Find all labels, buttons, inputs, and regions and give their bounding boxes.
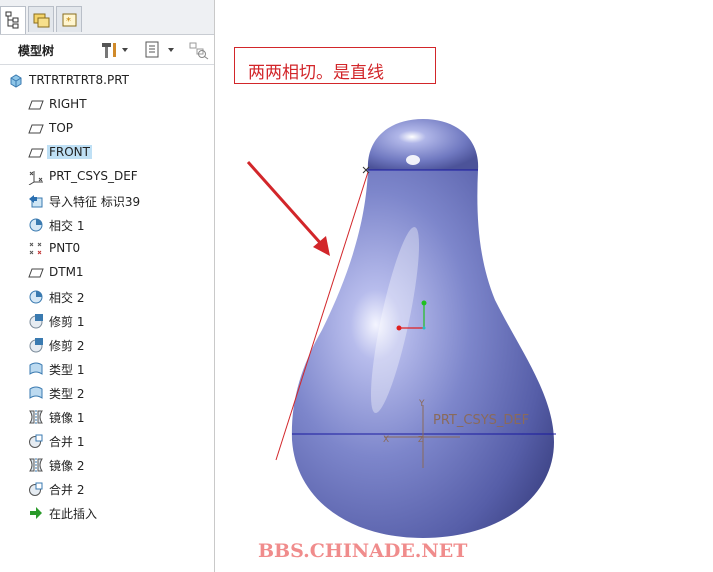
tree-item-part[interactable]: TRTRTRTRT8.PRT <box>0 70 214 92</box>
tree-item-label: 相交 1 <box>49 219 85 233</box>
tree-item-label: PRT_CSYS_DEF <box>49 169 138 183</box>
tree-item-label: 修剪 2 <box>49 339 85 353</box>
model-tree-title: 模型树 <box>18 44 55 58</box>
tree-item-import-feature[interactable]: 导入特征 标识39 <box>0 190 214 212</box>
tree-item-top-plane[interactable]: TOP <box>0 118 214 140</box>
tree-item-dtm1[interactable]: DTM1 <box>0 262 214 284</box>
tree-item-style-2[interactable]: 类型 2 <box>0 382 214 404</box>
tree-item-trim-2[interactable]: 修剪 2 <box>0 334 214 356</box>
settings-tools-icon[interactable] <box>100 40 130 63</box>
tree-item-label: DTM1 <box>49 265 84 279</box>
merge-icon <box>29 434 43 448</box>
filter-tree-icon[interactable] <box>188 40 210 63</box>
coordinate-system-icon <box>28 171 43 185</box>
tree-item-label: FRONT <box>47 145 92 159</box>
intersect-icon <box>29 290 43 304</box>
model-tree-panel: * 模型树 TRTRTRTRT8.PRT RIGHT TOP FRONT PRT… <box>0 0 215 572</box>
tree-item-label: 合并 1 <box>49 435 85 449</box>
import-feature-icon <box>29 195 43 208</box>
insert-here-arrow-icon <box>30 507 42 519</box>
style-surface-icon <box>29 386 43 399</box>
graphics-window[interactable] <box>216 0 713 572</box>
tree-item-merge-1[interactable]: 合并 1 <box>0 430 214 452</box>
trim-icon <box>29 338 43 353</box>
folder-browser-tab[interactable] <box>28 6 54 32</box>
watermark: BBS.CHINADE.NET <box>258 540 468 562</box>
tree-item-label: 类型 2 <box>49 387 85 401</box>
annotation-text: 两两相切。是直线 <box>248 63 384 83</box>
panel-tab-bar: * <box>0 0 214 35</box>
tree-item-merge-2[interactable]: 合并 2 <box>0 478 214 500</box>
tree-item-datum-point[interactable]: PNT0 <box>0 238 214 260</box>
tree-item-label: 修剪 1 <box>49 315 85 329</box>
tree-item-mirror-1[interactable]: 镜像 1 <box>0 406 214 428</box>
tree-item-label: 镜像 1 <box>49 411 85 425</box>
star-icon: * <box>62 13 77 27</box>
tree-item-csys[interactable]: PRT_CSYS_DEF <box>0 166 214 188</box>
tree-item-intersect-2[interactable]: 相交 2 <box>0 286 214 308</box>
mirror-icon <box>29 458 43 472</box>
tree-item-right-plane[interactable]: RIGHT <box>0 94 214 116</box>
style-surface-icon <box>29 362 43 375</box>
svg-text:*: * <box>66 16 71 27</box>
model-tree-tab[interactable] <box>0 6 26 34</box>
favorites-tab[interactable]: * <box>56 6 82 32</box>
tree-item-style-1[interactable]: 类型 1 <box>0 358 214 380</box>
intersect-icon <box>29 218 43 232</box>
tree-item-label: 相交 2 <box>49 291 85 305</box>
tree-item-mirror-2[interactable]: 镜像 2 <box>0 454 214 476</box>
folder-icon <box>33 13 50 28</box>
annotation-callout: 两两相切。是直线 <box>234 47 436 84</box>
tree-item-label: 导入特征 标识39 <box>49 195 141 209</box>
datum-point-icon <box>29 242 42 255</box>
mirror-icon <box>29 410 43 424</box>
datum-plane-icon <box>28 100 44 110</box>
datum-plane-icon <box>28 124 44 134</box>
model-tree-toolbar: 模型树 <box>0 36 214 65</box>
tree-item-label: 合并 2 <box>49 483 85 497</box>
tree-item-label: PNT0 <box>49 241 81 255</box>
datum-plane-icon <box>28 148 44 158</box>
tree-item-label: 类型 1 <box>49 363 85 377</box>
merge-icon <box>29 482 43 496</box>
tree-item-intersect-1[interactable]: 相交 1 <box>0 214 214 236</box>
tree-item-label: 在此插入 <box>49 507 98 521</box>
tree-item-trim-1[interactable]: 修剪 1 <box>0 310 214 332</box>
tree-item-label: TRTRTRTRT8.PRT <box>29 73 129 87</box>
tree-item-insert-here[interactable]: 在此插入 <box>0 502 214 524</box>
csys-name-label: PRT_CSYS_DEF <box>433 413 530 428</box>
part-icon <box>10 74 22 88</box>
tree-item-front-plane[interactable]: FRONT <box>0 142 214 164</box>
datum-plane-icon <box>28 268 44 278</box>
model-tree-icon <box>5 11 19 29</box>
tree-item-label: TOP <box>49 121 74 135</box>
tree-item-label: 镜像 2 <box>49 459 85 473</box>
trim-icon <box>29 314 43 329</box>
show-options-icon[interactable] <box>144 40 178 63</box>
tree-item-label: RIGHT <box>49 97 87 111</box>
